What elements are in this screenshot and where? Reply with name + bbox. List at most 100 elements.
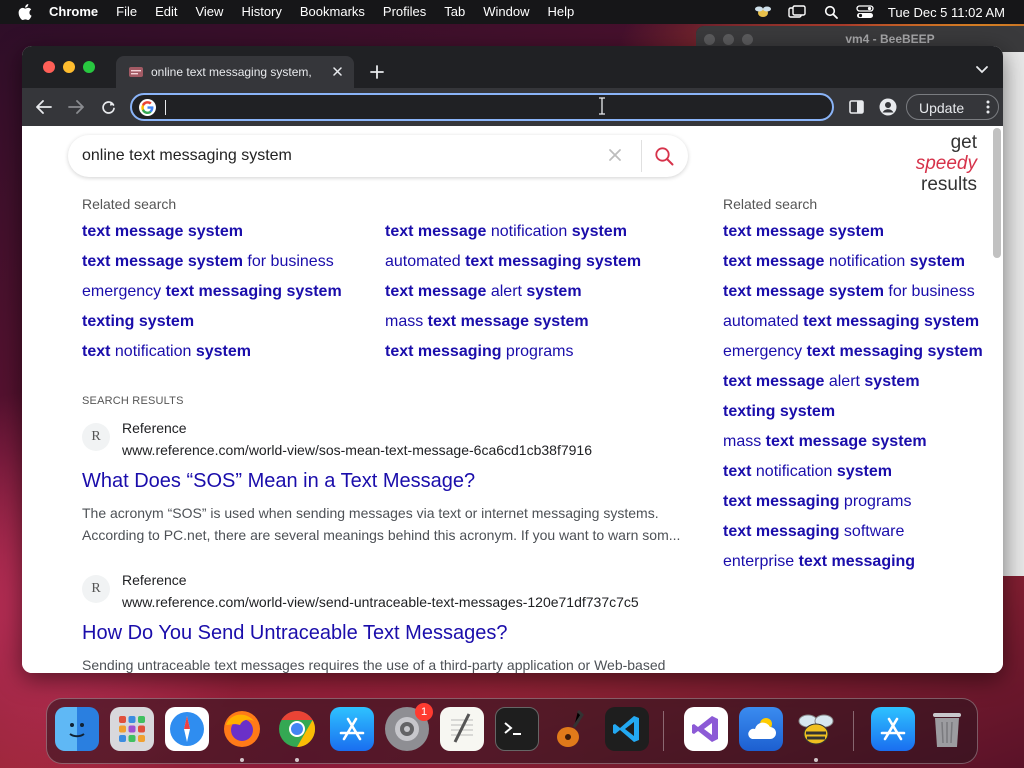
related-search-link[interactable]: text message notification system	[385, 222, 627, 242]
vscode-icon[interactable]	[605, 707, 649, 751]
link-text: programs	[501, 343, 574, 360]
related-search-link[interactable]: automated text messaging system	[385, 252, 641, 272]
launchpad-icon[interactable]	[110, 707, 154, 751]
safari-icon[interactable]	[165, 707, 209, 751]
related-search-link[interactable]: text message system	[723, 222, 884, 242]
related-search-link[interactable]: texting system	[723, 402, 835, 422]
related-search-link[interactable]: text message system	[82, 222, 243, 242]
result-snippet: Sending untraceable text messages requir…	[82, 657, 666, 673]
menu-help[interactable]: Help	[539, 0, 584, 24]
menu-bar: Chrome File Edit View History Bookmarks …	[0, 0, 1024, 24]
link-keyword: text	[723, 463, 752, 480]
related-search-link[interactable]: automated text messaging system	[723, 312, 979, 332]
site-search-input[interactable]	[82, 146, 582, 166]
back-icon[interactable]	[34, 97, 54, 117]
related-search-link[interactable]: mass text message system	[723, 432, 927, 452]
menu-profiles[interactable]: Profiles	[374, 0, 435, 24]
menu-view[interactable]: View	[186, 0, 232, 24]
link-keyword: text messaging system	[165, 283, 342, 300]
link-keyword: text messaging	[723, 523, 840, 540]
search-divider	[641, 140, 642, 172]
window-zoom-button[interactable]	[83, 61, 95, 73]
menu-bookmarks[interactable]: Bookmarks	[291, 0, 374, 24]
chrome-app-icon[interactable]	[275, 707, 319, 751]
running-indicator	[295, 758, 299, 762]
result-title-link[interactable]: How Do You Send Untraceable Text Message…	[82, 622, 507, 645]
downloads-icon[interactable]	[871, 707, 915, 751]
link-text: software	[839, 523, 905, 540]
link-keyword: system	[195, 343, 251, 360]
related-search-link[interactable]: text message alert system	[385, 282, 582, 302]
clear-icon[interactable]	[608, 148, 622, 162]
result-url[interactable]: www.reference.com/world-view/sos-mean-te…	[122, 442, 592, 458]
address-input[interactable]	[164, 97, 814, 117]
forward-icon[interactable]	[66, 97, 86, 117]
spotlight-search-icon[interactable]	[820, 3, 842, 21]
new-tab-plus-icon[interactable]	[368, 63, 386, 81]
screen-mirroring-icon[interactable]	[786, 3, 808, 21]
close-tab-icon[interactable]	[330, 64, 344, 78]
link-keyword: system	[526, 283, 582, 300]
related-search-link[interactable]: text messaging programs	[723, 492, 912, 512]
trash-icon[interactable]	[925, 707, 969, 751]
related-search-link[interactable]: text notification system	[82, 342, 251, 362]
related-search-link[interactable]: text messaging software	[723, 522, 904, 542]
search-icon[interactable]	[654, 146, 674, 166]
visual-studio-icon[interactable]	[684, 707, 728, 751]
related-search-link[interactable]: enterprise text messaging	[723, 552, 915, 572]
result-snippet: The acronym “SOS” is used when sending m…	[82, 505, 681, 543]
tab-search-chevron-down-icon[interactable]	[975, 65, 989, 75]
update-button[interactable]: Update	[906, 94, 999, 120]
result-url[interactable]: www.reference.com/world-view/send-untrac…	[122, 594, 639, 610]
window-close-button[interactable]	[43, 61, 55, 73]
link-keyword: text message system	[427, 313, 589, 330]
weather-icon[interactable]	[739, 707, 783, 751]
logo-line-2: speedy	[915, 153, 977, 174]
logo-line-1: get	[950, 132, 977, 153]
garageband-icon[interactable]	[550, 707, 594, 751]
firefox-icon[interactable]	[220, 707, 264, 751]
profile-icon[interactable]	[878, 97, 898, 117]
textedit-icon[interactable]	[440, 707, 484, 751]
address-bar[interactable]	[130, 93, 834, 121]
related-search-link[interactable]: mass text message system	[385, 312, 589, 332]
finder-icon[interactable]	[55, 707, 99, 751]
reload-icon[interactable]	[98, 97, 118, 117]
menu-file[interactable]: File	[107, 0, 146, 24]
link-text: for business	[883, 283, 975, 300]
site-logo[interactable]: get speedy results	[902, 132, 977, 195]
related-search-link[interactable]: text message alert system	[723, 372, 920, 392]
app-store-icon[interactable]	[330, 707, 374, 751]
menu-clock[interactable]: Tue Dec 5 11:02 AM	[882, 5, 1024, 20]
window-minimize-button[interactable]	[63, 61, 75, 73]
kebab-menu-icon[interactable]	[986, 100, 990, 114]
related-search-link[interactable]: emergency text messaging system	[723, 342, 983, 362]
tab-active[interactable]: online text messaging system,	[116, 56, 354, 88]
menu-history[interactable]: History	[232, 0, 290, 24]
menu-tab[interactable]: Tab	[435, 0, 474, 24]
related-search-link[interactable]: text message notification system	[723, 252, 965, 272]
menu-app-name[interactable]: Chrome	[34, 0, 107, 24]
result-title-link[interactable]: What Does “SOS” Mean in a Text Message?	[82, 470, 475, 493]
link-keyword: text messaging system	[806, 343, 983, 360]
control-center-icon[interactable]	[854, 3, 876, 21]
menu-window[interactable]: Window	[474, 0, 538, 24]
link-keyword: texting system	[82, 313, 195, 330]
related-search-link[interactable]: emergency text messaging system	[82, 282, 342, 302]
apple-icon[interactable]	[16, 0, 34, 24]
related-search-link[interactable]: text notification system	[723, 462, 892, 482]
link-text: alert	[486, 283, 527, 300]
link-keyword: text message	[385, 223, 487, 240]
related-search-link[interactable]: texting system	[82, 312, 194, 332]
beebeep-icon[interactable]	[794, 707, 838, 751]
menu-edit[interactable]: Edit	[146, 0, 186, 24]
link-text: enterprise	[723, 553, 799, 570]
related-search-link[interactable]: text message system for business	[82, 252, 334, 272]
related-search-link[interactable]: text messaging programs	[385, 342, 574, 362]
related-search-link[interactable]: text message system for business	[723, 282, 975, 302]
side-panel-icon[interactable]	[846, 97, 866, 117]
link-keyword: text message	[385, 283, 487, 300]
beebeep-status-icon[interactable]	[752, 3, 774, 21]
terminal-icon[interactable]	[495, 707, 539, 751]
page-scrollbar[interactable]	[993, 128, 1001, 258]
